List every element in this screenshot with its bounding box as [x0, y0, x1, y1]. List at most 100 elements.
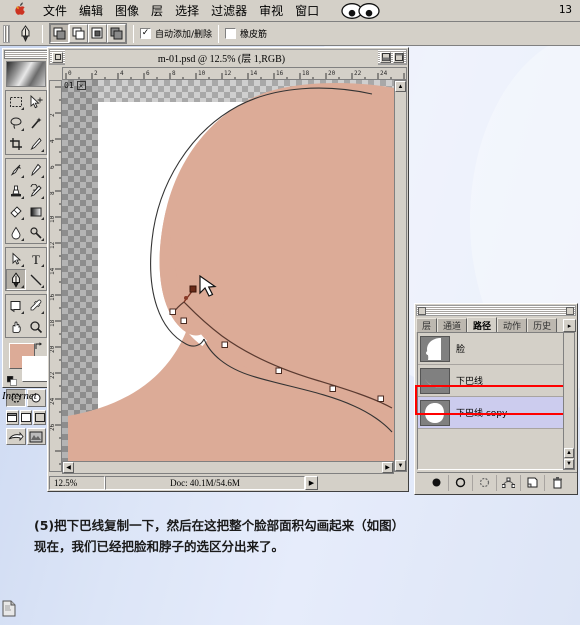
scroll-up-arrow-icon[interactable]: ▲ — [395, 81, 406, 92]
list-item[interactable]: 脸 — [418, 333, 564, 365]
load-path-as-selection-icon[interactable] — [473, 474, 497, 491]
options-bar-grip[interactable] — [3, 24, 10, 43]
canvas-vertical-scrollbar[interactable]: ▲ ▼ — [394, 80, 407, 472]
scroll-up-arrow-icon[interactable]: ▲ — [564, 448, 574, 458]
palette-collapse-icon[interactable] — [566, 306, 574, 315]
palette-menu-arrow-icon[interactable]: ▸ — [563, 319, 576, 332]
jump-to-imageready-icon[interactable] — [6, 428, 26, 445]
canvas-horizontal-scrollbar[interactable]: ◀ ▶ — [62, 461, 394, 474]
eyes-icon[interactable] — [341, 2, 381, 19]
crop-tool[interactable] — [6, 133, 26, 154]
menu-item-window[interactable]: 窗口 — [289, 1, 325, 21]
type-tool[interactable]: T — [26, 248, 46, 269]
palette-tabs: 层 通道 路径 动作 历史 ▸ — [416, 317, 576, 332]
menu-item-view[interactable]: 审视 — [253, 1, 289, 21]
magic-wand-tool[interactable] — [26, 112, 46, 133]
paths-list[interactable]: 脸 下巴线 下巴线 copy — [417, 332, 565, 470]
toolbox-title-bar[interactable] — [4, 50, 48, 59]
svg-text:2: 2 — [94, 70, 98, 77]
rubber-band-checkbox-row[interactable]: 橡皮筋 — [225, 27, 267, 40]
menu-item-layer[interactable]: 层 — [145, 1, 169, 21]
caption-line-2: 现在，我们已经把脸和脖子的选区分出来了。 — [34, 539, 285, 554]
background-color-swatch[interactable] — [22, 356, 48, 382]
toolbox-palette: T — [2, 48, 50, 445]
marquee-tool[interactable] — [6, 91, 26, 112]
exclude-overlapping-path-areas-icon[interactable] — [107, 24, 126, 43]
tab-paths[interactable]: 路径 — [467, 317, 498, 332]
history-brush-tool[interactable] — [26, 180, 46, 201]
horizontal-ruler: 024 6 8 10 12 14 16 18 20 22 24 — [62, 67, 407, 80]
zoom-level-field[interactable]: 12.5% — [49, 475, 105, 490]
line-tool[interactable] — [26, 269, 46, 290]
paths-list-scrollbar[interactable]: ▲ ▼ — [563, 332, 575, 470]
pen-tool[interactable] — [6, 269, 26, 290]
maximize-box-icon[interactable] — [393, 51, 404, 63]
rubber-band-checkbox[interactable] — [225, 28, 237, 39]
tab-layers[interactable]: 层 — [416, 318, 438, 332]
tab-history[interactable]: 历史 — [527, 318, 558, 332]
tab-actions[interactable]: 动作 — [497, 318, 528, 332]
path-selection-tool[interactable] — [6, 248, 26, 269]
full-screen-menubar-mode[interactable] — [19, 410, 33, 425]
menu-item-edit[interactable]: 编辑 — [73, 1, 109, 21]
document-title-bar[interactable]: m-01.psd @ 12.5% (层 1,RGB) — [49, 49, 407, 65]
svg-text:24: 24 — [50, 397, 56, 405]
minimize-box-icon[interactable] — [380, 51, 391, 63]
list-item[interactable]: 下巴线 — [418, 365, 564, 397]
move-tool[interactable] — [26, 91, 46, 112]
menu-item-image[interactable]: 图像 — [109, 1, 145, 21]
scroll-down-arrow-icon[interactable]: ▼ — [395, 460, 406, 471]
stroke-path-icon[interactable] — [449, 474, 473, 491]
brush-tool[interactable] — [26, 159, 46, 180]
auto-add-delete-checkbox-row[interactable]: ✓ 自动添加/删除 — [140, 27, 212, 40]
auto-add-delete-checkbox[interactable]: ✓ — [140, 28, 151, 39]
palette-title-bar[interactable] — [416, 305, 576, 316]
svg-text:20: 20 — [328, 70, 336, 77]
menu-item-select[interactable]: 选择 — [169, 1, 205, 21]
default-colors-icon[interactable] — [6, 374, 18, 386]
gradient-tool[interactable] — [26, 201, 46, 222]
lasso-tool[interactable] — [6, 112, 26, 133]
full-screen-mode[interactable] — [33, 410, 47, 425]
subtract-from-path-area-icon[interactable] — [69, 24, 88, 43]
swap-colors-icon[interactable] — [34, 341, 44, 354]
tab-channels[interactable]: 通道 — [437, 318, 468, 332]
apple-logo-icon[interactable] — [14, 2, 27, 19]
tool-flyout-corner-icon — [21, 264, 24, 267]
add-to-path-area-icon[interactable] — [50, 24, 69, 43]
svg-text:2: 2 — [50, 113, 56, 117]
scroll-down-arrow-icon[interactable]: ▼ — [564, 459, 574, 469]
healing-brush-tool[interactable] — [6, 159, 26, 180]
delete-path-icon[interactable] — [545, 474, 569, 491]
slice-tool[interactable] — [26, 133, 46, 154]
document-tray-icon[interactable] — [2, 600, 16, 617]
zoom-tool[interactable] — [26, 316, 46, 337]
color-swatches — [6, 341, 48, 386]
svg-text:T: T — [32, 252, 40, 266]
close-box-icon[interactable] — [52, 51, 63, 63]
svg-text:16: 16 — [276, 70, 284, 77]
hand-tool[interactable] — [6, 316, 26, 337]
list-item[interactable]: 下巴线 copy — [418, 397, 564, 429]
notes-tool[interactable] — [6, 295, 26, 316]
fill-path-icon[interactable] — [425, 474, 449, 491]
clone-stamp-tool[interactable] — [6, 180, 26, 201]
dodge-tool[interactable] — [26, 222, 46, 243]
document-window: m-01.psd @ 12.5% (层 1,RGB) 024 6 8 10 12 14… — [47, 47, 409, 492]
intersect-path-areas-icon[interactable] — [88, 24, 107, 43]
status-popup-arrow-icon[interactable]: ▶ — [305, 475, 318, 490]
canvas-area[interactable]: 01 ✕ — [62, 80, 394, 472]
standard-screen-mode[interactable] — [6, 410, 19, 425]
palette-close-icon[interactable] — [418, 306, 426, 315]
pen-tool-icon[interactable] — [14, 25, 36, 42]
menu-item-filter[interactable]: 过滤器 — [205, 1, 253, 21]
menu-item-file[interactable]: 文件 — [37, 1, 73, 21]
eraser-tool[interactable] — [6, 201, 26, 222]
scroll-left-arrow-icon[interactable]: ◀ — [63, 462, 74, 473]
scroll-right-arrow-icon[interactable]: ▶ — [382, 462, 393, 473]
make-work-path-icon[interactable] — [497, 474, 521, 491]
eyedropper-tool[interactable] — [26, 295, 46, 316]
blur-tool[interactable] — [6, 222, 26, 243]
jump-preview-icon[interactable] — [26, 428, 46, 445]
new-path-icon[interactable] — [521, 474, 545, 491]
